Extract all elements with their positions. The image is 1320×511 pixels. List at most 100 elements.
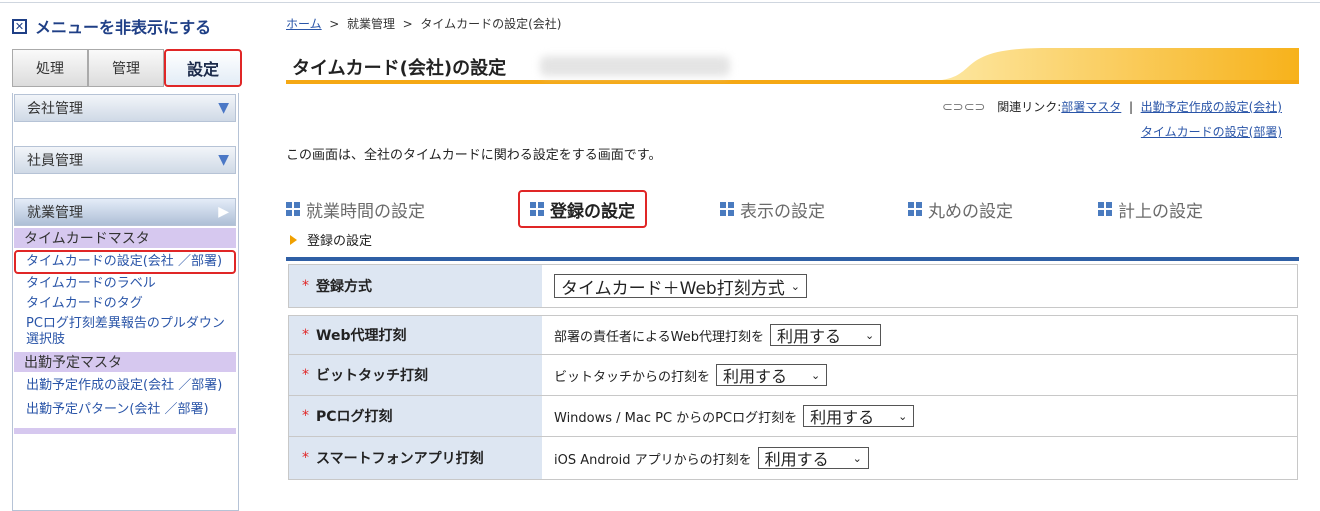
select-value: 利用する bbox=[776, 327, 841, 346]
tab-rounding[interactable]: 丸めの設定 bbox=[908, 190, 1013, 228]
section-company-management[interactable]: 会社管理 ▼ bbox=[14, 94, 236, 122]
select-value: 利用する bbox=[764, 450, 829, 469]
smartphone-app-select[interactable]: 利用する ⌄ bbox=[757, 447, 869, 469]
grid-icon bbox=[530, 202, 544, 216]
section-work-management[interactable]: 就業管理 ▶ bbox=[14, 198, 236, 226]
row-description: 部署の責任者によるWeb代理打刻を bbox=[554, 329, 764, 345]
breadcrumb: ホーム > 就業管理 > タイムカードの設定(会社) bbox=[286, 15, 561, 32]
triangle-down-icon: ▼ bbox=[218, 152, 229, 168]
form-label: * PCログ打刻 bbox=[289, 396, 542, 436]
sidebar-tabs: 処理 管理 設定 bbox=[12, 49, 242, 87]
top-divider bbox=[0, 2, 1320, 3]
breadcrumb-current: タイムカードの設定(会社) bbox=[420, 17, 562, 31]
related-links: ⊂⊃⊂⊃ 関連リンク:部署マスタ | 出勤予定作成の設定(会社) タイムカードの… bbox=[941, 100, 1282, 139]
related-link-attendance-plan-company[interactable]: 出勤予定作成の設定(会社) bbox=[1141, 100, 1282, 114]
chevron-down-icon: ⌄ bbox=[852, 451, 862, 465]
required-mark: * bbox=[302, 367, 309, 383]
tab-label: 就業時間の設定 bbox=[306, 201, 425, 222]
tab-working-hours[interactable]: 就業時間の設定 bbox=[286, 190, 425, 228]
form-label: * 登録方式 bbox=[289, 265, 542, 307]
sidebar-panel: 会社管理 ▼ 社員管理 ▼ 就業管理 ▶ タイムカードマスタ タイムカードの設定… bbox=[12, 93, 239, 511]
link-timecard-label[interactable]: タイムカードのラベル bbox=[14, 274, 238, 294]
company-name-redacted bbox=[540, 56, 730, 76]
tab-management[interactable]: 管理 bbox=[88, 49, 164, 87]
required-mark: * bbox=[302, 450, 309, 466]
link-timecard-settings[interactable]: タイムカードの設定(会社 ／部署) bbox=[14, 250, 236, 274]
pc-log-select[interactable]: 利用する ⌄ bbox=[803, 405, 915, 427]
link-pc-log-dropdown-options[interactable]: PCログ打刻差異報告のプルダウン選択肢 bbox=[14, 314, 238, 350]
tab-settings[interactable]: 設定 bbox=[164, 49, 242, 87]
chevron-down-icon: ⌄ bbox=[811, 368, 821, 382]
label-text: スマートフォンアプリ打刻 bbox=[316, 451, 484, 467]
breadcrumb-separator: > bbox=[402, 17, 413, 31]
triangle-down-icon: ▼ bbox=[218, 100, 229, 116]
link-attendance-pattern[interactable]: 出勤予定パターン(会社 ／部署) bbox=[14, 400, 238, 420]
section-employee-management[interactable]: 社員管理 ▼ bbox=[14, 146, 236, 174]
grid-icon bbox=[720, 202, 734, 216]
tab-label: 丸めの設定 bbox=[928, 201, 1013, 222]
form-value: ビットタッチからの打刻を 利用する ⌄ bbox=[542, 355, 1297, 395]
group-header-timecard-master: タイムカードマスタ bbox=[14, 228, 236, 248]
form-label: * Web代理打刻 bbox=[289, 316, 542, 354]
required-mark: * bbox=[302, 408, 309, 424]
web-proxy-select[interactable]: 利用する ⌄ bbox=[769, 324, 882, 346]
form-row-web-proxy: * Web代理打刻 部署の責任者によるWeb代理打刻を 利用する ⌄ bbox=[288, 315, 1298, 355]
page-title-bar: タイムカード(会社)の設定 bbox=[286, 48, 1299, 84]
label-text: ビットタッチ打刻 bbox=[316, 368, 428, 384]
form-row-bittouch: * ビットタッチ打刻 ビットタッチからの打刻を 利用する ⌄ bbox=[288, 355, 1298, 396]
row-description: Windows / Mac PC からのPCログ打刻を bbox=[554, 410, 798, 426]
grid-icon bbox=[908, 202, 922, 216]
page-description: この画面は、全社のタイムカードに関わる設定をする画面です。 bbox=[286, 148, 662, 163]
link-chain-icon: ⊂⊃⊂⊃ bbox=[941, 100, 986, 115]
registration-method-select[interactable]: タイムカード＋Web打刻方式 ⌄ bbox=[554, 274, 807, 299]
link-timecard-tag[interactable]: タイムカードのタグ bbox=[14, 294, 238, 314]
section-label: 就業管理 bbox=[27, 205, 83, 221]
label-text: Web代理打刻 bbox=[316, 328, 407, 344]
form-row-smartphone-app: * スマートフォンアプリ打刻 iOS Android アプリからの打刻を 利用する… bbox=[288, 437, 1298, 480]
settings-tabs: 就業時間の設定 登録の設定 表示の設定 丸めの設定 計上の設定 bbox=[286, 190, 1296, 230]
section-divider bbox=[286, 257, 1299, 261]
breadcrumb-separator: > bbox=[329, 17, 340, 31]
tab-display[interactable]: 表示の設定 bbox=[720, 190, 825, 228]
grid-icon bbox=[286, 202, 300, 216]
triangle-right-icon: ▶ bbox=[218, 204, 229, 220]
hide-menu-toggle[interactable]: ✕ メニューを非表示にする bbox=[12, 12, 242, 40]
tab-label: 登録の設定 bbox=[550, 201, 635, 222]
section-label: 社員管理 bbox=[27, 153, 83, 169]
related-prefix: 関連リンク: bbox=[997, 100, 1062, 114]
form-value: タイムカード＋Web打刻方式 ⌄ bbox=[542, 265, 1297, 307]
sidebar: ✕ メニューを非表示にする 処理 管理 設定 会社管理 ▼ 社員管理 ▼ 就業管… bbox=[12, 12, 242, 511]
triangle-right-icon bbox=[290, 235, 297, 245]
tab-processing[interactable]: 処理 bbox=[12, 49, 88, 87]
group-header-cutoff bbox=[14, 428, 236, 434]
chevron-down-icon: ⌄ bbox=[864, 328, 875, 342]
subsection-label: 登録の設定 bbox=[307, 234, 373, 249]
form-label: * スマートフォンアプリ打刻 bbox=[289, 437, 542, 479]
breadcrumb-work-management: 就業管理 bbox=[346, 17, 395, 31]
tab-label: 計上の設定 bbox=[1118, 201, 1203, 222]
chevron-down-icon: ⌄ bbox=[790, 279, 800, 293]
required-mark: * bbox=[302, 278, 309, 294]
breadcrumb-home-link[interactable]: ホーム bbox=[286, 17, 322, 31]
related-link-timecard-department[interactable]: タイムカードの設定(部署) bbox=[1141, 125, 1282, 139]
bittouch-select[interactable]: 利用する ⌄ bbox=[716, 364, 828, 386]
page-title: タイムカード(会社)の設定 bbox=[292, 58, 507, 79]
form-row-pc-log: * PCログ打刻 Windows / Mac PC からのPCログ打刻を 利用する… bbox=[288, 396, 1298, 437]
form-row-registration-method: * 登録方式 タイムカード＋Web打刻方式 ⌄ bbox=[288, 264, 1298, 308]
row-description: ビットタッチからの打刻を bbox=[554, 369, 711, 385]
form-label: * ビットタッチ打刻 bbox=[289, 355, 542, 395]
select-value: タイムカード＋Web打刻方式 bbox=[561, 278, 785, 299]
form-value: iOS Android アプリからの打刻を 利用する ⌄ bbox=[542, 437, 1297, 479]
link-attendance-plan-settings[interactable]: 出勤予定作成の設定(会社 ／部署) bbox=[14, 376, 238, 396]
label-text: 登録方式 bbox=[316, 279, 372, 295]
hide-menu-label: メニューを非表示にする bbox=[35, 18, 212, 37]
row-description: iOS Android アプリからの打刻を bbox=[554, 452, 752, 468]
chevron-down-icon: ⌄ bbox=[898, 409, 908, 423]
tab-accounting[interactable]: 計上の設定 bbox=[1098, 190, 1203, 228]
close-box-icon: ✕ bbox=[12, 18, 27, 34]
select-value: 利用する bbox=[723, 367, 788, 386]
tab-registration[interactable]: 登録の設定 bbox=[518, 190, 647, 228]
related-link-department-master[interactable]: 部署マスタ bbox=[1061, 100, 1121, 114]
form-value: 部署の責任者によるWeb代理打刻を 利用する ⌄ bbox=[542, 316, 1297, 354]
required-mark: * bbox=[302, 327, 309, 343]
